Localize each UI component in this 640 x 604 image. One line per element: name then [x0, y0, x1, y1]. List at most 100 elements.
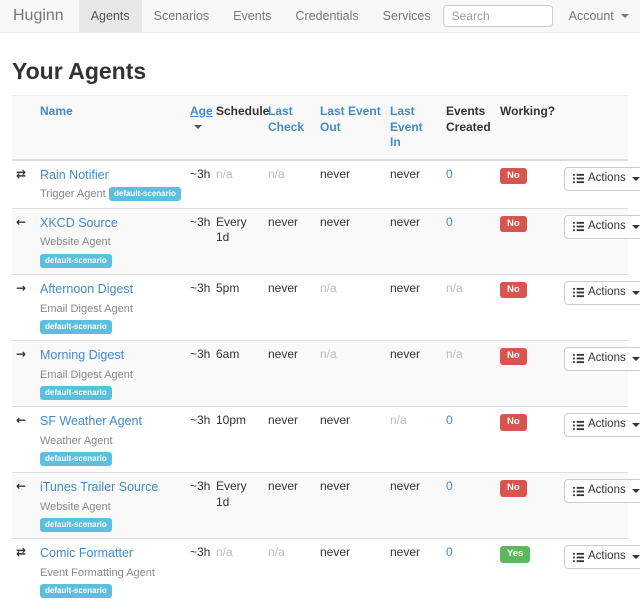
schedule-cell: n/a — [212, 160, 264, 209]
nav-item-services[interactable]: Services — [371, 0, 443, 32]
caret-down-icon — [632, 357, 640, 361]
last-event-in-cell: never — [386, 160, 442, 209]
nav-item-credentials[interactable]: Credentials — [283, 0, 370, 32]
events-created-link[interactable]: 0 — [446, 545, 453, 559]
agent-name-link[interactable]: Morning Digest — [40, 348, 124, 362]
scenario-badge[interactable]: default-scenario — [40, 452, 112, 466]
working-badge: No — [500, 414, 527, 430]
events-created-link[interactable]: 0 — [446, 215, 453, 229]
search-input[interactable] — [443, 5, 553, 27]
scenario-badge[interactable]: default-scenario — [40, 518, 112, 532]
last-check-cell: never — [264, 208, 316, 274]
age-cell: ~3h — [186, 341, 212, 407]
last-check-cell: n/a — [264, 160, 316, 209]
agent-type-label: Trigger Agent — [40, 188, 106, 200]
schedule-cell: Every 1d — [212, 473, 264, 539]
agent-name-link[interactable]: SF Weather Agent — [40, 414, 142, 428]
list-icon — [573, 353, 584, 364]
agent-type-label: Website Agent — [40, 236, 111, 248]
scenario-badge[interactable]: default-scenario — [109, 187, 181, 201]
working-badge: No — [500, 216, 527, 232]
brand-logo[interactable]: Huginn — [0, 0, 79, 32]
last-event-out-cell: never — [316, 539, 386, 604]
column-header-last-event-out[interactable]: Last Event Out — [316, 96, 386, 160]
caret-down-icon — [632, 291, 640, 295]
agent-name-link[interactable]: Afternoon Digest — [40, 282, 133, 296]
actions-button[interactable]: Actions — [564, 215, 640, 239]
scenario-badge[interactable]: default-scenario — [40, 584, 112, 598]
nav-items: AgentsScenariosEventsCredentialsServices — [79, 0, 443, 32]
actions-button[interactable]: Actions — [564, 413, 640, 437]
list-icon — [573, 287, 584, 298]
events-created-link[interactable]: 0 — [446, 479, 453, 493]
last-event-in-cell: never — [386, 208, 442, 274]
arrow-right-icon: → — [16, 347, 26, 361]
working-cell: No — [496, 473, 560, 539]
table-row: → Morning Digest Email Digest Agent defa… — [12, 341, 628, 407]
scenario-badge[interactable]: default-scenario — [40, 254, 112, 268]
events-created-link[interactable]: 0 — [446, 167, 453, 181]
nav-item-events[interactable]: Events — [221, 0, 283, 32]
account-menu[interactable]: Account — [553, 0, 640, 32]
actions-button[interactable]: Actions — [564, 479, 640, 503]
actions-button[interactable]: Actions — [564, 347, 640, 371]
name-cell: Comic Formatter Event Formatting Agent d… — [36, 539, 186, 604]
exchange-icon: ⇄ — [16, 545, 26, 559]
name-cell: iTunes Trailer Source Website Agent defa… — [36, 473, 186, 539]
actions-button[interactable]: Actions — [564, 167, 640, 191]
table-row: ← XKCD Source Website Agent default-scen… — [12, 208, 628, 274]
events-created-link[interactable]: 0 — [446, 413, 453, 427]
agent-name-link[interactable]: Rain Notifier — [40, 168, 109, 182]
column-header-schedule: Schedule — [212, 96, 264, 160]
column-header-events-created: Events Created — [442, 96, 496, 160]
caret-down-icon — [632, 177, 640, 181]
working-cell: Yes — [496, 539, 560, 604]
agents-table: NameAgeScheduleLast CheckLast Event OutL… — [12, 96, 628, 604]
age-cell: ~3h — [186, 274, 212, 340]
list-icon — [573, 552, 584, 563]
actions-button-label: Actions — [588, 286, 626, 300]
last-event-out-cell: never — [316, 208, 386, 274]
agent-name-link[interactable]: XKCD Source — [40, 216, 118, 230]
nav-item-scenarios[interactable]: Scenarios — [142, 0, 222, 32]
actions-button-label: Actions — [588, 550, 626, 564]
list-icon — [573, 420, 584, 431]
column-header-last-event-in[interactable]: Last Event In — [386, 96, 442, 160]
age-cell: ~3h — [186, 473, 212, 539]
table-row: ⇄ Rain Notifier Trigger Agent default-sc… — [12, 160, 628, 209]
name-cell: Morning Digest Email Digest Agent defaul… — [36, 341, 186, 407]
column-header-age[interactable]: Age — [186, 96, 212, 160]
actions-button[interactable]: Actions — [564, 281, 640, 305]
events-created-cell: n/a — [442, 341, 496, 407]
nav-item-agents[interactable]: Agents — [79, 0, 142, 32]
actions-cell: Actions — [560, 473, 628, 539]
actions-cell: Actions — [560, 160, 628, 209]
column-header-working-: Working? — [496, 96, 560, 160]
column-header-name[interactable]: Name — [36, 96, 186, 160]
agent-type-label: Email Digest Agent — [40, 303, 133, 315]
working-badge: No — [500, 348, 527, 364]
working-cell: No — [496, 274, 560, 340]
caret-down-icon — [621, 14, 629, 18]
agent-name-link[interactable]: iTunes Trailer Source — [40, 480, 158, 494]
agent-name-link[interactable]: Comic Formatter — [40, 546, 133, 560]
working-badge: No — [500, 282, 527, 298]
arrow-left-icon: ← — [16, 479, 26, 493]
arrow-left-icon: ← — [16, 413, 26, 427]
scenario-badge[interactable]: default-scenario — [40, 320, 112, 334]
events-created-cell: n/a — [442, 274, 496, 340]
caret-down-icon — [632, 555, 640, 559]
arrow-right-icon: → — [16, 281, 26, 295]
scenario-badge[interactable]: default-scenario — [40, 386, 112, 400]
direction-cell: ⇄ — [12, 539, 36, 604]
direction-cell: ← — [12, 208, 36, 274]
events-created-cell: 0 — [442, 208, 496, 274]
column-header-last-check[interactable]: Last Check — [264, 96, 316, 160]
working-cell: No — [496, 208, 560, 274]
actions-button[interactable]: Actions — [564, 545, 640, 569]
agent-type-label: Email Digest Agent — [40, 369, 133, 381]
last-event-in-cell: never — [386, 539, 442, 604]
column-header — [12, 96, 36, 160]
arrow-left-icon: ← — [16, 215, 26, 229]
caret-down-icon — [632, 423, 640, 427]
